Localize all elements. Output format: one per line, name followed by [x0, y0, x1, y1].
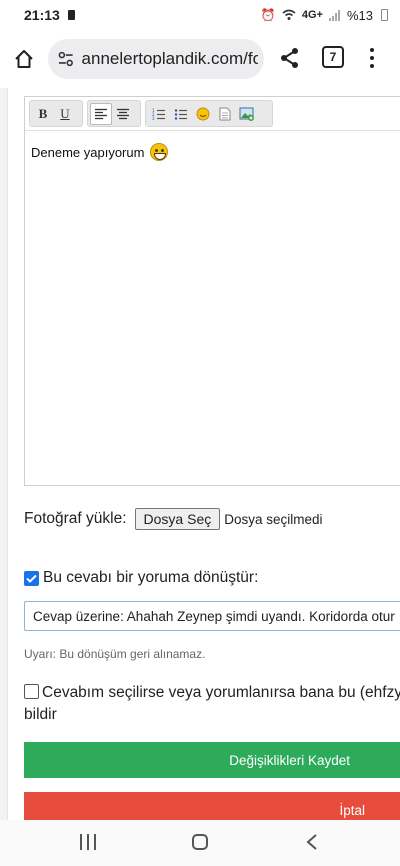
left-rail	[0, 88, 8, 820]
insert-image-icon[interactable]	[236, 103, 258, 125]
cancel-button[interactable]: İptal	[24, 792, 400, 820]
browser-toolbar: annelertoplandik.com/fo 7	[0, 30, 400, 88]
notify-row: Cevabım seçilirse veya yorumlanırsa bana…	[24, 682, 400, 726]
document-icon[interactable]	[214, 103, 236, 125]
notify-checkbox[interactable]	[24, 684, 39, 699]
photo-upload-label: Fotoğraf yükle:	[24, 510, 127, 527]
notify-label-line2: bildir	[24, 706, 57, 723]
alert-icon	[67, 10, 75, 20]
format-group: B U	[29, 100, 83, 127]
convert-label: Bu cevabı bir yoruma dönüştür:	[43, 569, 259, 586]
smiley-icon[interactable]	[192, 103, 214, 125]
signal-icon	[328, 9, 340, 21]
svg-text:3: 3	[152, 116, 155, 120]
bullet-list-icon[interactable]	[170, 103, 192, 125]
tabs-button[interactable]: 7	[322, 46, 344, 68]
battery-label: %13	[346, 7, 373, 23]
choose-file-button[interactable]: Dosya Seç	[134, 508, 221, 530]
align-group	[87, 100, 141, 127]
site-settings-icon[interactable]	[56, 49, 76, 69]
rich-text-editor[interactable]: B U 123 Deneme yapıyorum	[24, 96, 400, 486]
more-menu-icon[interactable]	[366, 44, 378, 72]
notify-label: Cevabım seçilirse veya yorumlanırsa bana…	[42, 684, 400, 701]
underline-button[interactable]: U	[54, 103, 76, 125]
home-icon[interactable]	[10, 45, 38, 73]
convert-row: Bu cevabı bir yoruma dönüştür:	[24, 569, 258, 587]
home-button-icon[interactable]	[192, 834, 208, 850]
system-nav-bar	[0, 820, 400, 866]
editor-content[interactable]: Deneme yapıyorum	[31, 143, 169, 161]
numbered-list-icon[interactable]: 123	[148, 103, 170, 125]
status-bar: 21:13 ⏰ 4G+ %13	[0, 0, 400, 30]
insert-group: 123	[145, 100, 273, 127]
align-center-icon[interactable]	[112, 103, 134, 125]
network-label: 4G+	[301, 9, 323, 21]
photo-upload-row: Fotoğraf yükle: Dosya Seç Dosya seçilmed…	[24, 508, 323, 530]
share-icon[interactable]	[278, 46, 302, 70]
file-status: Dosya seçilmedi	[224, 511, 323, 527]
editor-toolbar: B U 123	[25, 97, 400, 131]
status-time: 21:13	[24, 7, 60, 23]
bold-button[interactable]: B	[32, 103, 54, 125]
page-content: B U 123 Deneme yapıyorum Fotoğraf yükle:…	[0, 88, 400, 820]
url-text: annelertoplandik.com/fo	[81, 49, 258, 68]
laughing-emoji-icon	[150, 143, 169, 161]
reply-text-input[interactable]: Cevap üzerine: Ahahah Zeynep şimdi uyand…	[24, 601, 400, 631]
align-left-icon[interactable]	[90, 102, 112, 125]
save-changes-button[interactable]: Değişiklikleri Kaydet	[24, 742, 400, 778]
editor-text: Deneme yapıyorum	[31, 144, 145, 160]
wifi-icon	[282, 9, 296, 20]
status-icons: ⏰ 4G+ %13	[261, 8, 388, 23]
url-field[interactable]: annelertoplandik.com/fo	[48, 39, 264, 79]
recents-icon[interactable]	[80, 834, 96, 850]
battery-icon	[381, 9, 388, 21]
alarm-icon: ⏰	[260, 8, 276, 22]
warning-text: Uyarı: Bu dönüşüm geri alınamaz.	[24, 647, 206, 661]
convert-checkbox[interactable]	[24, 570, 39, 586]
back-icon[interactable]	[305, 833, 319, 851]
